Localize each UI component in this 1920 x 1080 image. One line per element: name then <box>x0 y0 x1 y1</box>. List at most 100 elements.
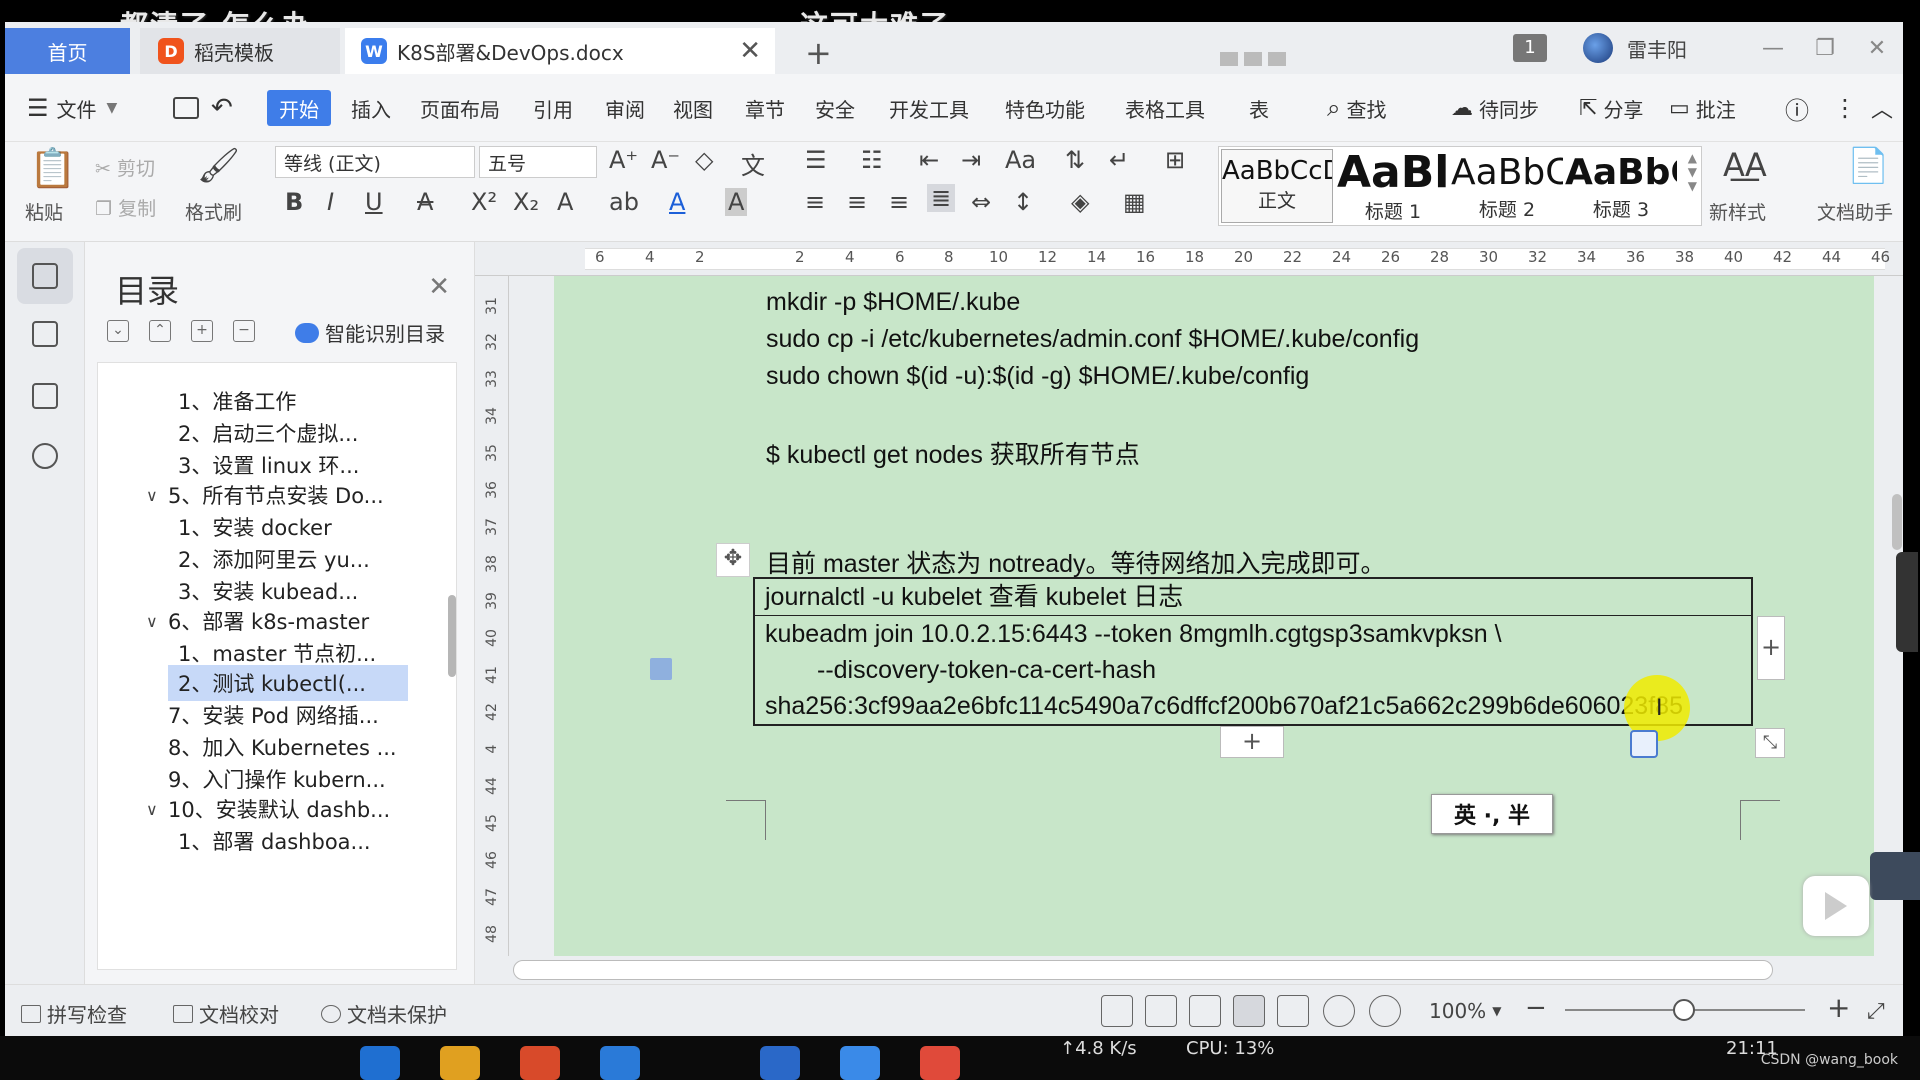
app-icon[interactable] <box>840 1046 880 1080</box>
save-icon[interactable] <box>173 90 199 126</box>
strikethrough-icon[interactable]: A <box>417 188 433 216</box>
table-cell[interactable]: sha256:3cf99aa2e6bfc114c5490a7c6dffcf200… <box>755 688 1751 724</box>
italic-icon[interactable]: I <box>327 188 334 216</box>
doc-line[interactable]: $ kubectl get nodes 获取所有节点 <box>766 435 1140 471</box>
sync-button[interactable]: ☁ 待同步 <box>1451 90 1539 126</box>
horizontal-scrollbar-thumb[interactable] <box>513 960 1773 980</box>
cut-button[interactable]: ✂ 剪切 <box>95 154 155 181</box>
menu-developer[interactable]: 开发工具 <box>889 90 969 126</box>
menu-references[interactable]: 引用 <box>533 90 573 126</box>
list-item[interactable]: 2、添加阿里云 yu... <box>178 541 370 577</box>
menu-view[interactable]: 视图 <box>673 90 713 126</box>
horizontal-ruler[interactable]: 6 4 2 2 4 6 8 10 12 14 16 18 20 22 24 26… <box>475 242 1903 276</box>
read-mode-icon[interactable] <box>1145 995 1177 1027</box>
align-center-icon[interactable]: ≡ <box>847 188 867 216</box>
fit-page-icon[interactable]: ⤢ <box>1867 999 1885 1024</box>
table-resize-icon[interactable]: ⤡ <box>1755 728 1785 758</box>
menu-home[interactable]: 开始 <box>267 90 331 126</box>
zoom-out-icon[interactable]: − <box>1525 993 1547 1023</box>
paste-label[interactable]: 粘贴 <box>25 198 63 225</box>
window-count-badge[interactable]: 1 <box>1513 34 1547 62</box>
new-tab-icon[interactable]: + <box>805 34 832 72</box>
increase-indent-icon[interactable]: ⇥ <box>961 146 981 174</box>
numbered-list-icon[interactable]: ☷ <box>861 146 883 174</box>
menu-special[interactable]: 特色功能 <box>1005 90 1085 126</box>
expand-all-icon[interactable]: ⌄ <box>107 320 129 342</box>
list-item[interactable]: 2、启动三个虚拟... <box>178 415 358 451</box>
more-icon[interactable]: ⋮ <box>1833 90 1857 126</box>
eye-protect-icon[interactable] <box>1369 995 1401 1027</box>
doc-line[interactable]: sudo chown $(id -u):$(id -g) $HOME/.kube… <box>766 362 1309 391</box>
chevron-down-icon[interactable]: ∨ <box>146 486 168 505</box>
doc-line[interactable]: 目前 master 状态为 notready。等待网络加入完成即可。 <box>766 544 1386 580</box>
browser-icon[interactable] <box>360 1046 400 1080</box>
align-right-icon[interactable]: ≡ <box>889 188 909 216</box>
vertical-scrollbar-thumb[interactable] <box>1892 494 1902 550</box>
justify-icon[interactable]: ≣ <box>927 184 956 212</box>
file-menu[interactable]: ☰ 文件 ▼ <box>27 90 117 126</box>
tab-home[interactable]: 首页 <box>5 28 130 74</box>
chevron-down-icon[interactable]: ∨ <box>146 800 168 819</box>
table-row[interactable]: journalctl -u kubelet 查看 kubelet 日志 <box>755 579 1751 616</box>
tab-document[interactable]: W K8S部署&DevOps.docx ✕ <box>345 28 775 74</box>
close-tab-icon[interactable]: ✕ <box>739 36 761 66</box>
format-painter-label[interactable]: 格式刷 <box>185 198 242 225</box>
list-item[interactable]: 1、部署 dashboa... <box>178 823 371 859</box>
add-column-button[interactable]: + <box>1757 616 1785 680</box>
underline-icon[interactable]: U <box>365 188 383 216</box>
write-mode-icon[interactable] <box>1189 995 1221 1027</box>
paragraph-layout-icon[interactable] <box>650 658 672 680</box>
find-replace-icon[interactable] <box>17 428 73 484</box>
table-row[interactable]: kubeadm join 10.0.2.15:6443 --token 8mgm… <box>755 616 1751 724</box>
gallery-scroll-icon[interactable]: ▲ ▼ ▼ <box>1688 151 1697 193</box>
minimize-icon[interactable]: — <box>1747 36 1799 61</box>
case-icon[interactable]: Aa <box>1005 146 1036 174</box>
vertical-ruler[interactable]: 31 32 33 34 35 36 37 38 39 40 41 42 4 44… <box>475 276 509 956</box>
line-break-icon[interactable]: ↵ <box>1109 146 1129 174</box>
menu-insert[interactable]: 插入 <box>351 90 391 126</box>
remove-heading-icon[interactable]: − <box>233 320 255 342</box>
superscript-icon[interactable]: X² <box>471 188 497 216</box>
proofread-button[interactable]: 文档校对 <box>173 999 279 1028</box>
table-cell[interactable]: --discovery-token-ca-cert-hash <box>755 652 1751 688</box>
table-borders-icon[interactable]: ⊞ <box>1165 146 1185 174</box>
list-item[interactable]: ∨ 10、安装默认 dashb... <box>146 791 390 827</box>
add-row-button[interactable]: + <box>1220 726 1284 758</box>
format-painter-icon[interactable]: 🖌 <box>197 146 240 186</box>
border-icon[interactable]: ▦ <box>1123 188 1146 216</box>
restore-icon[interactable]: ❐ <box>1799 36 1851 61</box>
style-heading-2[interactable]: AaBbC 标题 2 <box>1451 149 1563 223</box>
ime-status[interactable]: 英 ·, 半 <box>1431 794 1553 834</box>
video-play-icon[interactable] <box>1803 876 1869 936</box>
grow-font-icon[interactable]: A⁺ <box>609 146 638 174</box>
style-heading-1[interactable]: AaBl 标题 1 <box>1337 149 1449 223</box>
toc-view-icon[interactable] <box>17 248 73 304</box>
paste-icon[interactable]: 📋 <box>29 146 76 191</box>
doc-assistant-icon[interactable]: 📄 <box>1847 146 1889 186</box>
menu-section[interactable]: 章节 <box>745 90 785 126</box>
undo-icon[interactable]: ↶ <box>211 90 233 126</box>
shrink-font-icon[interactable]: A⁻ <box>651 146 680 174</box>
bookmark-icon[interactable] <box>17 368 73 424</box>
page-view-icon[interactable] <box>1233 995 1265 1027</box>
new-style-icon[interactable]: A͟A <box>1723 146 1767 184</box>
distribute-icon[interactable]: ⇔ <box>971 188 991 216</box>
font-size-select[interactable]: 五号 <box>479 146 597 178</box>
menu-table-tools[interactable]: 表格工具 <box>1125 90 1205 126</box>
copy-button[interactable]: ❐ 复制 <box>95 194 156 221</box>
close-window-icon[interactable]: ✕ <box>1851 36 1903 61</box>
list-item[interactable]: ∨ 5、所有节点安装 Do... <box>146 477 384 513</box>
paste-options-icon[interactable] <box>1630 730 1658 758</box>
web-view-icon[interactable] <box>1323 995 1355 1027</box>
protect-button[interactable]: 文档未保护 <box>321 999 447 1028</box>
list-item[interactable]: 8、加入 Kubernetes ... <box>168 729 397 765</box>
outline-view-icon[interactable] <box>1277 995 1309 1027</box>
app-icon[interactable] <box>600 1046 640 1080</box>
style-heading-3[interactable]: AaBbC 标题 3 <box>1565 149 1677 223</box>
doc-line[interactable]: mkdir -p $HOME/.kube <box>766 288 1020 317</box>
comment-button[interactable]: ▭ 批注 <box>1669 90 1736 126</box>
doc-assistant-label[interactable]: 文档助手 <box>1817 198 1893 225</box>
chevron-down-icon[interactable]: ∨ <box>146 612 168 631</box>
table-cell[interactable]: kubeadm join 10.0.2.15:6443 --token 8mgm… <box>755 616 1751 652</box>
subscript-icon[interactable]: X₂ <box>513 188 539 216</box>
